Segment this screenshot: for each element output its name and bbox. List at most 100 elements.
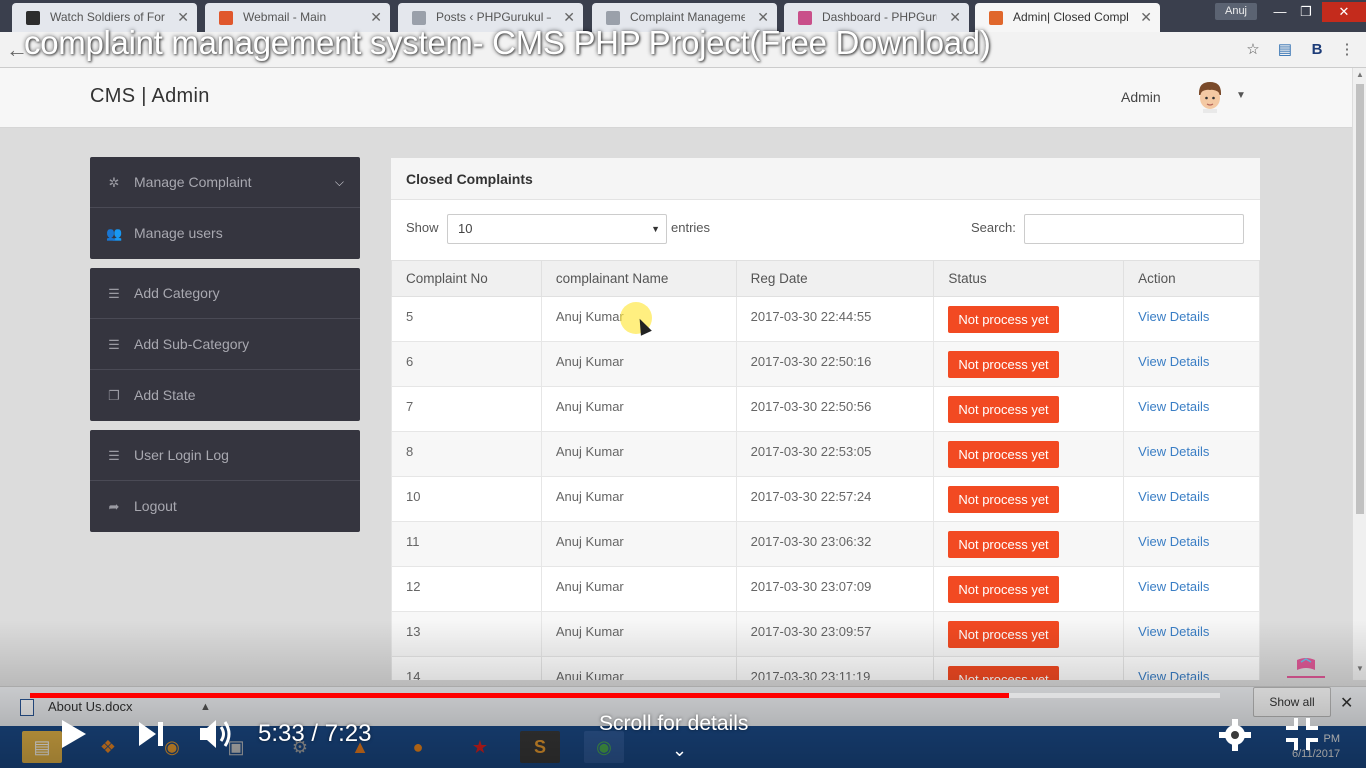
view-details-link[interactable]: View Details — [1138, 624, 1209, 639]
sidebar-item-add-category[interactable]: ☰ Add Category — [90, 268, 360, 319]
sidebar-group-account: ☰ User Login Log ➦ Logout — [90, 430, 360, 532]
page-scrollbar[interactable]: ▲ ▼ — [1352, 68, 1366, 680]
users-icon: 👥 — [106, 226, 123, 241]
close-tab-icon[interactable]: ✕ — [1140, 3, 1152, 32]
complainant-name-cell: Anuj Kumar — [540, 566, 737, 612]
reg-date: 2017-03-30 22:57:24 — [750, 489, 872, 504]
scroll-up-icon[interactable]: ▲ — [1356, 70, 1364, 79]
reg-date-cell: 2017-03-30 23:09:57 — [735, 611, 935, 657]
menu-icon[interactable]: ⋮ — [1336, 40, 1358, 60]
next-icon[interactable] — [137, 720, 165, 748]
view-details-link[interactable]: View Details — [1138, 444, 1209, 459]
volume-icon[interactable] — [198, 717, 236, 751]
status-badge: Not process yet — [948, 621, 1059, 648]
sidebar-item-logout[interactable]: ➦ Logout — [90, 481, 360, 532]
reg-date: 2017-03-30 23:06:32 — [750, 534, 872, 549]
view-details-link[interactable]: View Details — [1138, 534, 1209, 549]
complainant-name: Anuj Kumar — [555, 444, 624, 459]
sidebar-item-manage-users[interactable]: 👥 Manage users — [90, 208, 360, 259]
browser-tab[interactable]: Admin| Closed Complain ✕ — [975, 3, 1160, 32]
sublime-text-icon[interactable]: S — [520, 731, 560, 763]
download-item[interactable]: About Us.docx ▲ — [18, 695, 228, 719]
close-icon[interactable]: ✕ — [1340, 693, 1353, 713]
list-icon: ☰ — [108, 286, 120, 301]
view-details-link[interactable]: View Details — [1138, 579, 1209, 594]
reg-date-cell: 2017-03-30 22:50:16 — [735, 341, 935, 387]
scroll-down-icon[interactable]: ▼ — [1356, 664, 1364, 673]
acrobat-icon[interactable]: ★ — [460, 731, 500, 763]
action-cell: View Details — [1123, 566, 1260, 612]
scrollbar-thumb[interactable] — [1356, 84, 1364, 514]
table-row: 6 Anuj Kumar 2017-03-30 22:50:16 Not proces… — [391, 341, 1260, 387]
column-header[interactable]: Status — [933, 260, 1125, 297]
sidebar-item-add-sub-category[interactable]: ☰ Add Sub-Category — [90, 319, 360, 370]
view-details-link[interactable]: View Details — [1138, 309, 1209, 324]
chevron-up-icon[interactable]: ▲ — [200, 695, 211, 719]
complainant-name: Anuj Kumar — [555, 669, 624, 680]
view-details-link[interactable]: View Details — [1138, 669, 1209, 680]
b-extension-icon[interactable]: B — [1306, 40, 1328, 60]
column-header[interactable]: Action — [1123, 260, 1260, 297]
action-cell: View Details — [1123, 611, 1260, 657]
progress-bar-played[interactable] — [30, 693, 1009, 698]
brand-title[interactable]: CMS | Admin — [90, 85, 210, 108]
reg-date: 2017-03-30 23:07:09 — [750, 579, 872, 594]
search-input[interactable] — [1024, 214, 1244, 244]
complaint-no-cell: 12 — [391, 566, 542, 612]
status-badge: Not process yet — [948, 576, 1059, 603]
entries-select[interactable]: 10 ▼ — [447, 214, 667, 244]
action-cell: View Details — [1123, 476, 1260, 522]
show-label: Show — [406, 220, 439, 235]
view-details-link[interactable]: View Details — [1138, 489, 1209, 504]
scroll-for-details[interactable]: Scroll for details — [599, 712, 748, 736]
maximize-icon[interactable]: ❐ — [1290, 2, 1322, 22]
logout-icon: ➦ — [108, 499, 120, 514]
close-window-icon[interactable]: ✕ — [1322, 2, 1366, 22]
entries-value: 10 — [458, 221, 473, 236]
settings-icon[interactable] — [1218, 718, 1252, 752]
chevron-down-icon[interactable]: ⌄ — [672, 740, 687, 761]
view-details-link[interactable]: View Details — [1138, 354, 1209, 369]
xampp-icon[interactable]: ❖ — [88, 731, 128, 763]
chevron-down-icon[interactable]: ⌵ — [335, 157, 344, 208]
complainant-name-cell: Anuj Kumar — [540, 521, 737, 567]
firefox-icon[interactable]: ● — [398, 731, 438, 763]
reg-date-cell: 2017-03-30 22:53:05 — [735, 431, 935, 477]
file-explorer-icon[interactable]: ▤ — [22, 731, 62, 763]
exit-fullscreen-icon[interactable] — [1284, 716, 1320, 752]
complainant-name: Anuj Kumar — [555, 624, 624, 639]
reg-date: 2017-03-30 22:50:56 — [750, 399, 872, 414]
reg-date: 2017-03-30 23:11:19 — [750, 669, 871, 680]
complaint-no-cell: 10 — [391, 476, 542, 522]
news-extension-icon[interactable]: ▤ — [1274, 40, 1296, 60]
sidebar-item-user-login-log[interactable]: ☰ User Login Log — [90, 430, 360, 481]
column-header[interactable]: Complaint No — [391, 260, 542, 297]
status-cell: Not process yet — [933, 431, 1125, 477]
profile-badge[interactable]: Anuj — [1215, 3, 1257, 20]
tab-favicon-icon — [412, 11, 426, 25]
complainant-name: Anuj Kumar — [555, 579, 624, 594]
admin-label[interactable]: Admin — [1121, 89, 1161, 105]
tab-favicon-icon — [26, 11, 40, 25]
sidebar-item-manage-complaint[interactable]: ✲ Manage Complaint ⌵ — [90, 157, 360, 208]
star-icon[interactable]: ☆ — [1242, 40, 1264, 60]
column-header[interactable]: complainant Name — [540, 260, 737, 297]
view-details-link[interactable]: View Details — [1138, 399, 1209, 414]
video-title[interactable]: complaint management system- CMS PHP Pro… — [24, 24, 991, 62]
page-header: CMS | Admin Admin ▼ — [0, 68, 1352, 128]
reg-date: 2017-03-30 22:53:05 — [750, 444, 872, 459]
table-row: 10 Anuj Kumar 2017-03-30 22:57:24 Not proce… — [391, 476, 1260, 522]
show-all-button[interactable]: Show all — [1253, 687, 1331, 717]
complainant-name-cell: Anuj Kumar — [540, 476, 737, 522]
sidebar-item-label: Logout — [134, 498, 177, 514]
download-file-name: About Us.docx — [48, 699, 133, 714]
play-icon[interactable] — [60, 718, 88, 750]
column-header[interactable]: Reg Date — [735, 260, 935, 297]
complaint-no: 8 — [406, 444, 414, 459]
table-row: 14 Anuj Kumar 2017-03-30 23:11:19 Not proce… — [391, 656, 1260, 680]
chevron-down-icon[interactable]: ▼ — [1236, 90, 1246, 101]
sidebar-item-add-state[interactable]: ❐ Add State — [90, 370, 360, 421]
avatar[interactable] — [1194, 79, 1226, 113]
action-cell: View Details — [1123, 341, 1260, 387]
complaint-no: 10 — [406, 489, 421, 504]
